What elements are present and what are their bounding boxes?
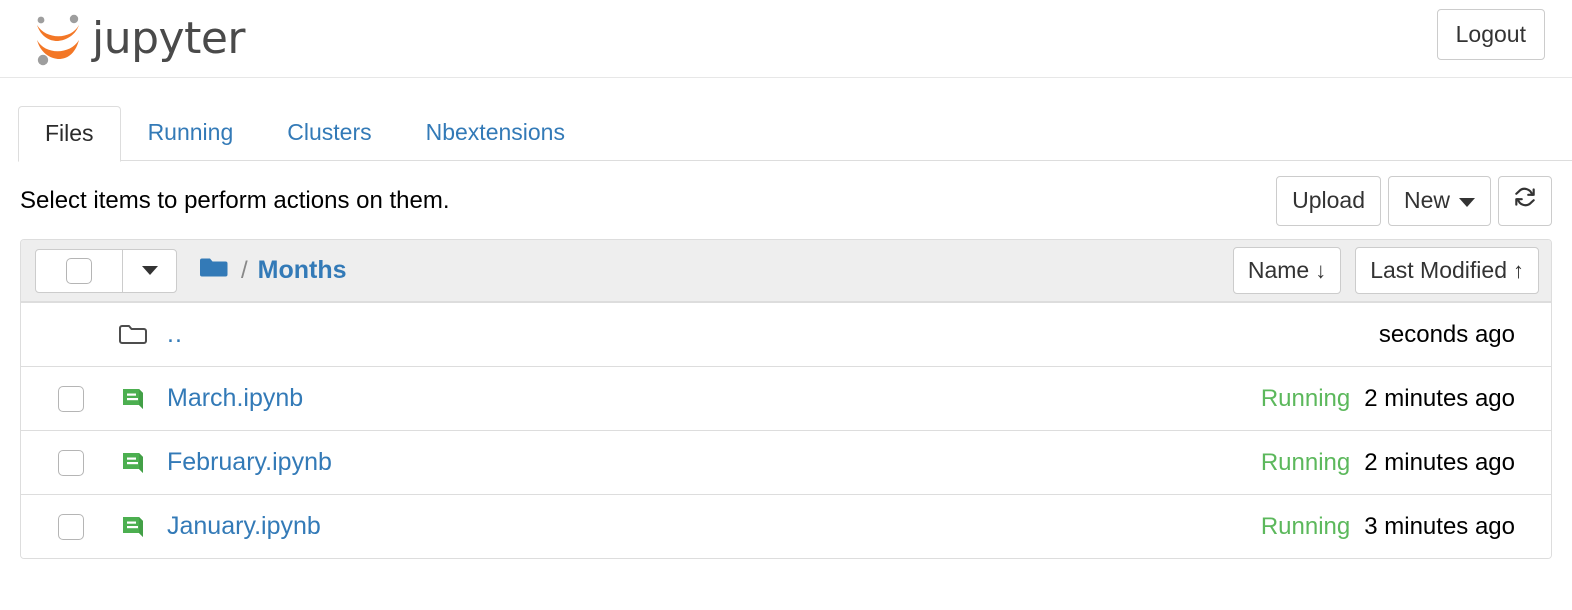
- refresh-icon: [1512, 184, 1538, 218]
- tab-files[interactable]: Files: [18, 105, 121, 162]
- tab-clusters[interactable]: Clusters: [260, 105, 398, 161]
- row-checkbox[interactable]: [35, 449, 107, 476]
- checkbox-icon: [58, 385, 84, 412]
- notebook-icon: [107, 513, 159, 541]
- chevron-down-icon: [1459, 197, 1475, 207]
- notebook-icon: [107, 385, 159, 413]
- checkbox-icon: [58, 513, 84, 540]
- list-toolbar: Select items to perform actions on them.…: [20, 175, 1552, 227]
- selection-hint-text: Select items to perform actions on them.: [20, 186, 450, 214]
- file-list-header-left: / Months: [35, 248, 347, 293]
- checkbox-icon: [58, 449, 84, 476]
- folder-outline-icon: [107, 322, 159, 348]
- row-right: Running 2 minutes ago: [1261, 449, 1537, 477]
- row-left: ..: [35, 320, 1379, 349]
- tab-nbextensions[interactable]: Nbextensions: [399, 105, 592, 161]
- status-badge[interactable]: Running: [1261, 513, 1350, 541]
- main-tabs: Files Running Clusters Nbextensions: [18, 105, 1572, 162]
- row-modified-time: 2 minutes ago: [1364, 384, 1515, 412]
- breadcrumb: / Months: [199, 256, 347, 285]
- table-row[interactable]: January.ipynb Running 3 minutes ago: [21, 494, 1551, 558]
- table-row[interactable]: February.ipynb Running 2 minutes ago: [21, 430, 1551, 494]
- breadcrumb-current-folder[interactable]: Months: [258, 256, 347, 285]
- row-modified-time: 3 minutes ago: [1364, 512, 1515, 540]
- sort-by-modified-button[interactable]: Last Modified ↑: [1355, 246, 1539, 295]
- file-list: / Months Name ↓ Last Modified ↑ .. seconds…: [20, 239, 1552, 559]
- jupyter-logo-icon: [30, 10, 86, 68]
- logout-button[interactable]: Logout: [1436, 9, 1545, 61]
- notebook-icon: [107, 449, 159, 477]
- new-dropdown-button[interactable]: New: [1387, 175, 1491, 227]
- row-modified-time: seconds ago: [1378, 320, 1515, 348]
- breadcrumb-root-link[interactable]: [199, 256, 229, 285]
- row-right: Running 2 minutes ago: [1261, 385, 1537, 413]
- toolbar-actions: Upload New: [1276, 175, 1552, 227]
- jupyter-brand-link[interactable]: jupyter: [30, 10, 246, 68]
- select-all-group: [35, 248, 177, 293]
- sort-modified-label: Last Modified: [1370, 256, 1507, 283]
- refresh-button[interactable]: [1498, 175, 1552, 227]
- tab-running[interactable]: Running: [121, 105, 261, 161]
- row-left: March.ipynb: [35, 384, 1261, 413]
- row-modified-time: 2 minutes ago: [1364, 448, 1515, 476]
- status-badge[interactable]: Running: [1261, 449, 1350, 477]
- sort-by-name-button[interactable]: Name ↓: [1232, 246, 1342, 295]
- row-left: February.ipynb: [35, 448, 1261, 477]
- chevron-down-icon: [141, 266, 158, 275]
- new-label: New: [1403, 187, 1450, 214]
- row-checkbox[interactable]: [35, 385, 107, 412]
- parent-directory-link[interactable]: ..: [167, 320, 183, 349]
- table-row[interactable]: .. seconds ago: [21, 302, 1551, 366]
- brand-title: jupyter: [92, 12, 246, 64]
- breadcrumb-separator: /: [241, 256, 248, 284]
- notebook-link[interactable]: February.ipynb: [167, 448, 332, 477]
- upload-button[interactable]: Upload: [1276, 175, 1381, 227]
- arrow-down-icon: ↓: [1315, 257, 1327, 283]
- sort-name-label: Name: [1247, 256, 1310, 283]
- select-all-dropdown-button[interactable]: [122, 249, 176, 292]
- checkbox-icon: [66, 257, 92, 284]
- select-all-checkbox[interactable]: [36, 250, 122, 292]
- folder-icon: [199, 256, 229, 285]
- row-left: January.ipynb: [35, 512, 1261, 541]
- arrow-up-icon: ↑: [1513, 257, 1524, 283]
- notebook-link[interactable]: March.ipynb: [167, 384, 303, 413]
- file-list-header: / Months Name ↓ Last Modified ↑: [21, 240, 1551, 302]
- notebook-link[interactable]: January.ipynb: [167, 512, 321, 541]
- page-header: jupyter Logout: [0, 0, 1572, 78]
- row-right: seconds ago: [1379, 321, 1537, 349]
- row-checkbox[interactable]: [35, 513, 107, 540]
- status-badge[interactable]: Running: [1261, 385, 1350, 413]
- table-row[interactable]: March.ipynb Running 2 minutes ago: [21, 366, 1551, 430]
- file-list-header-right: Name ↓ Last Modified ↑: [1232, 246, 1539, 295]
- row-right: Running 3 minutes ago: [1261, 513, 1537, 541]
